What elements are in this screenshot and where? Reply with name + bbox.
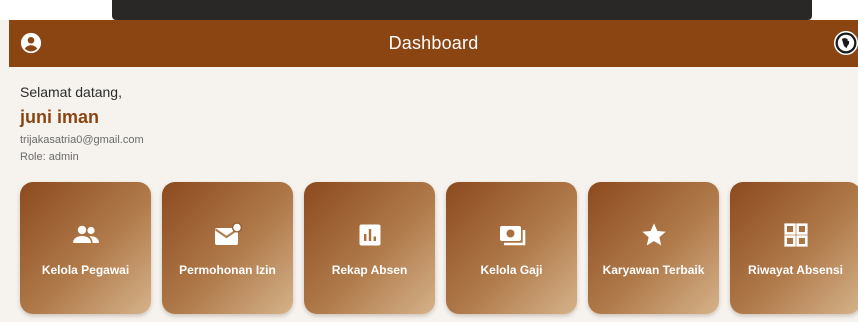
user-name: juni iman [20, 107, 100, 127]
menu-card-kelola-pegawai[interactable]: Kelola Pegawai [20, 182, 151, 314]
window-top-bar [112, 0, 812, 20]
menu-card-riwayat-absensi[interactable]: Riwayat Absensi [730, 182, 858, 314]
grid-icon [783, 223, 808, 247]
menu-card-kelola-gaji[interactable]: Kelola Gaji [446, 182, 577, 314]
account-circle-icon [20, 32, 42, 54]
menu-card-label: Rekap Absen [331, 263, 408, 277]
profile-logo-button[interactable] [834, 31, 858, 55]
window-top-strip [0, 0, 858, 20]
user-email: trijakasatria0@gmail.com [20, 134, 144, 146]
menu-card-rekap-absen[interactable]: Rekap Absen [304, 182, 435, 314]
money-icon [499, 226, 525, 246]
user-role: Role: admin [20, 151, 79, 163]
menu-card-label: Permohonan Izin [179, 263, 276, 277]
logo-icon [834, 31, 858, 55]
bar-chart-icon [359, 224, 380, 246]
menu-card-label: Kelola Pegawai [41, 263, 130, 277]
menu-grid: Kelola Pegawai Permohonan Izin Rekap Abs… [20, 182, 858, 314]
mail-badge-icon [214, 222, 242, 245]
menu-card-label: Riwayat Absensi [748, 263, 843, 277]
star-icon [641, 223, 666, 246]
app-bar: Dashboard [9, 20, 858, 67]
menu-card-karyawan-terbaik[interactable]: Karyawan Terbaik [588, 182, 719, 314]
people-icon [72, 225, 99, 243]
greeting-text: Selamat datang, [20, 84, 122, 100]
menu-card-permohonan-izin[interactable]: Permohonan Izin [162, 182, 293, 314]
menu-card-label: Kelola Gaji [480, 263, 543, 277]
app-screen: Dashboard Selamat datang, juni iman trij… [0, 0, 858, 322]
account-button[interactable] [20, 32, 42, 54]
page-title: Dashboard [388, 33, 479, 53]
menu-card-label: Karyawan Terbaik [602, 263, 705, 277]
